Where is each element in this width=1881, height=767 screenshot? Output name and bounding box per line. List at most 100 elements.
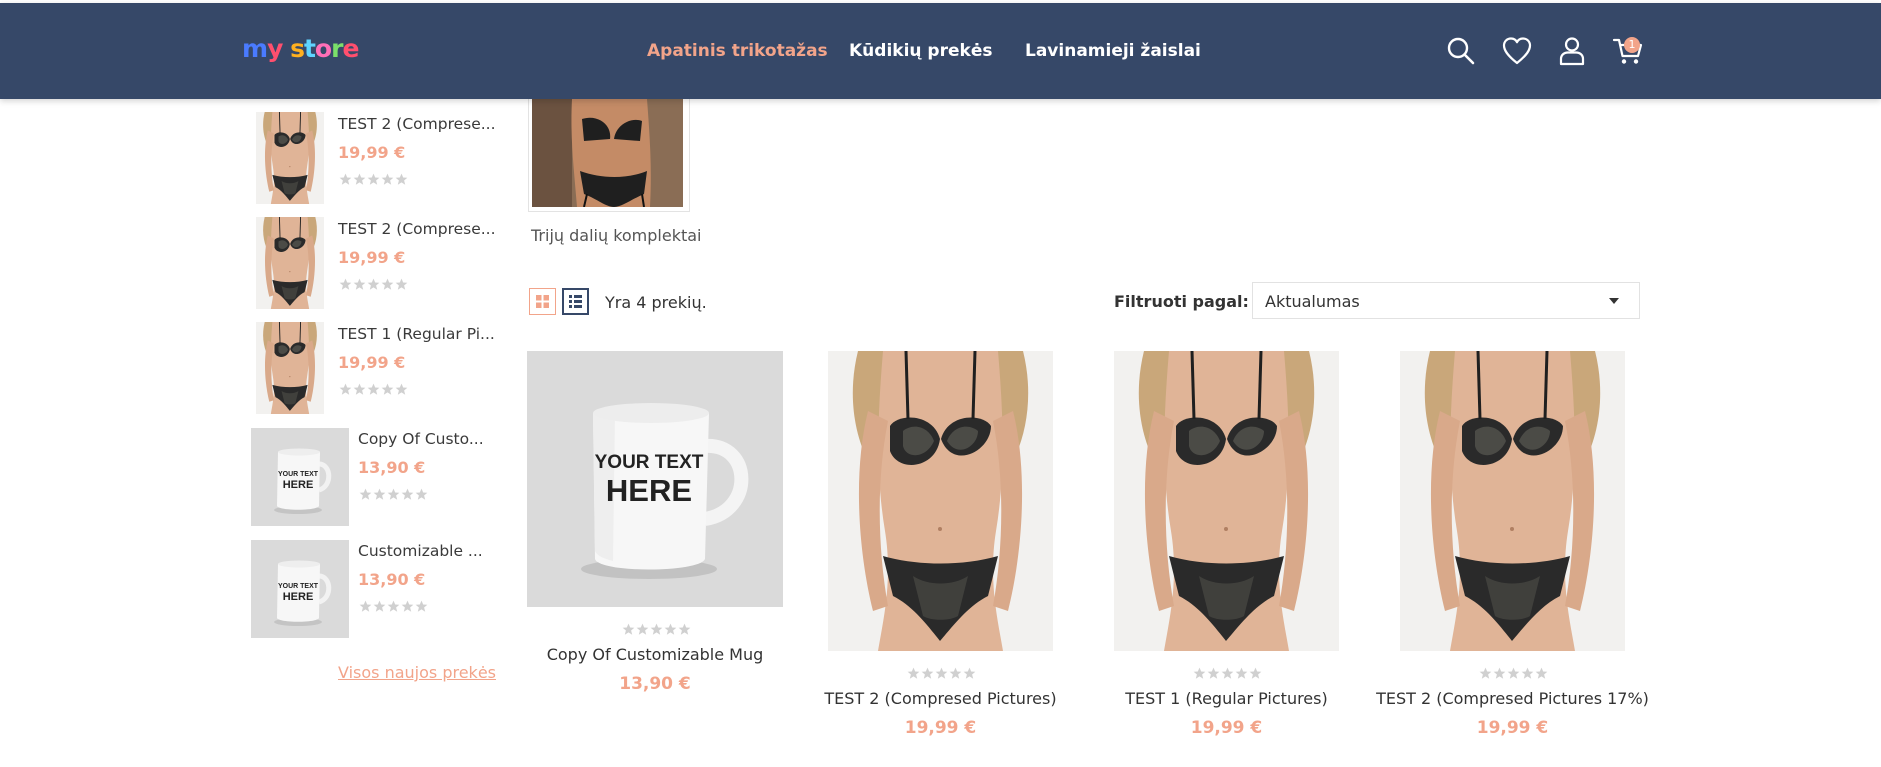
- star-icon: [395, 173, 408, 186]
- star-icon: [1521, 667, 1534, 680]
- product-name[interactable]: TEST 1 (Regular Pictures): [1086, 689, 1367, 708]
- star-icon: [367, 383, 380, 396]
- mug-print-text: YOUR TEXT: [595, 452, 704, 473]
- sidebar-product-name[interactable]: Copy Of Custo...: [358, 430, 484, 448]
- star-icon: [353, 173, 366, 186]
- star-icon: [963, 667, 976, 680]
- product-rating: [907, 667, 976, 680]
- star-icon: [353, 383, 366, 396]
- star-icon: [339, 278, 352, 291]
- star-icon: [921, 667, 934, 680]
- nav-item-lavinamieji-zaislai[interactable]: Lavinamieji žaislai: [1025, 41, 1201, 61]
- heart-icon[interactable]: [1501, 35, 1533, 67]
- mug-print-text: YOUR TEXT: [278, 471, 319, 478]
- star-icon: [395, 383, 408, 396]
- star-icon: [373, 600, 386, 613]
- star-icon: [1479, 667, 1492, 680]
- store-logo[interactable]: my store: [242, 34, 359, 63]
- sidebar-product-name[interactable]: Customizable ...: [358, 542, 483, 560]
- star-icon: [907, 667, 920, 680]
- sidebar-product-price: 19,99 €: [338, 353, 406, 372]
- subcategory-label[interactable]: Trijų dalių komplektai: [531, 226, 702, 245]
- product-name[interactable]: Copy Of Customizable Mug: [527, 645, 783, 664]
- product-image[interactable]: YOUR TEXT HERE: [527, 351, 783, 607]
- nav-item-kudikiu-prekes[interactable]: Kūdikių prekės: [849, 41, 992, 61]
- grid-view-button[interactable]: [529, 288, 556, 315]
- grid-icon: [536, 295, 549, 308]
- sidebar-product-image[interactable]: [256, 112, 324, 204]
- search-icon[interactable]: [1445, 35, 1477, 67]
- product-image[interactable]: [828, 351, 1053, 651]
- star-icon: [381, 383, 394, 396]
- product-price: 19,99 €: [1476, 718, 1549, 738]
- sidebar-product-image[interactable]: YOUR TEXT HERE: [251, 428, 349, 526]
- sidebar-product-rating: [339, 383, 408, 396]
- product-name[interactable]: TEST 2 (Compresed Pictures 17%): [1360, 689, 1665, 708]
- star-icon: [1507, 667, 1520, 680]
- mug-print-text: HERE: [606, 473, 692, 508]
- product-image[interactable]: [1114, 351, 1339, 651]
- star-icon: [1207, 667, 1220, 680]
- cart-count-badge: 1: [1624, 37, 1640, 53]
- star-icon: [415, 600, 428, 613]
- sidebar-product-name[interactable]: TEST 1 (Regular Pi...: [338, 325, 495, 343]
- all-new-products-link[interactable]: Visos naujos prekės: [338, 663, 496, 682]
- sidebar-product-price: 13,90 €: [358, 458, 426, 477]
- product-rating: [1479, 667, 1548, 680]
- sidebar-product-rating: [359, 488, 428, 501]
- sidebar-product-rating: [359, 600, 428, 613]
- star-icon: [381, 173, 394, 186]
- star-icon: [1493, 667, 1506, 680]
- star-icon: [949, 667, 962, 680]
- star-icon: [359, 488, 372, 501]
- star-icon: [339, 383, 352, 396]
- star-icon: [367, 278, 380, 291]
- sidebar-product-image[interactable]: [256, 217, 324, 309]
- product-rating: [622, 623, 691, 636]
- product-rating: [1193, 667, 1262, 680]
- sort-select[interactable]: Aktualumas: [1252, 282, 1640, 319]
- sidebar-product-price: 19,99 €: [338, 248, 406, 267]
- site-header: my store Apatinis trikotažas Kūdikių pre…: [0, 3, 1881, 99]
- product-count: Yra 4 prekių.: [605, 293, 707, 312]
- star-icon: [935, 667, 948, 680]
- list-icon: [569, 295, 582, 308]
- star-icon: [373, 488, 386, 501]
- star-icon: [650, 623, 663, 636]
- star-icon: [401, 488, 414, 501]
- star-icon: [636, 623, 649, 636]
- star-icon: [678, 623, 691, 636]
- user-icon[interactable]: [1556, 35, 1588, 67]
- product-name[interactable]: TEST 2 (Compresed Pictures): [800, 689, 1081, 708]
- star-icon: [401, 600, 414, 613]
- sidebar-product-price: 19,99 €: [338, 143, 406, 162]
- sidebar-product-image[interactable]: [256, 322, 324, 414]
- mug-print-text: HERE: [283, 479, 314, 491]
- star-icon: [339, 173, 352, 186]
- product-image[interactable]: [1400, 351, 1625, 651]
- nav-item-apatinis-trikotazas[interactable]: Apatinis trikotažas: [647, 41, 828, 61]
- sidebar-product-name[interactable]: TEST 2 (Comprese...: [338, 220, 496, 238]
- mug-print-text: YOUR TEXT: [278, 583, 319, 590]
- star-icon: [387, 488, 400, 501]
- star-icon: [1193, 667, 1206, 680]
- star-icon: [1249, 667, 1262, 680]
- star-icon: [415, 488, 428, 501]
- star-icon: [622, 623, 635, 636]
- list-view-button[interactable]: [562, 288, 589, 315]
- sidebar-product-image[interactable]: YOUR TEXT HERE: [251, 540, 349, 638]
- mug-print-text: HERE: [283, 591, 314, 603]
- star-icon: [381, 278, 394, 291]
- subcategory-image[interactable]: [532, 99, 683, 207]
- star-icon: [359, 600, 372, 613]
- star-icon: [1535, 667, 1548, 680]
- product-price: 19,99 €: [1190, 718, 1263, 738]
- sidebar-product-rating: [339, 278, 408, 291]
- star-icon: [395, 278, 408, 291]
- sort-label: Filtruoti pagal:: [1114, 292, 1249, 311]
- chevron-down-icon: [1609, 298, 1619, 304]
- star-icon: [367, 173, 380, 186]
- sidebar-product-name[interactable]: TEST 2 (Comprese...: [338, 115, 496, 133]
- star-icon: [353, 278, 366, 291]
- star-icon: [664, 623, 677, 636]
